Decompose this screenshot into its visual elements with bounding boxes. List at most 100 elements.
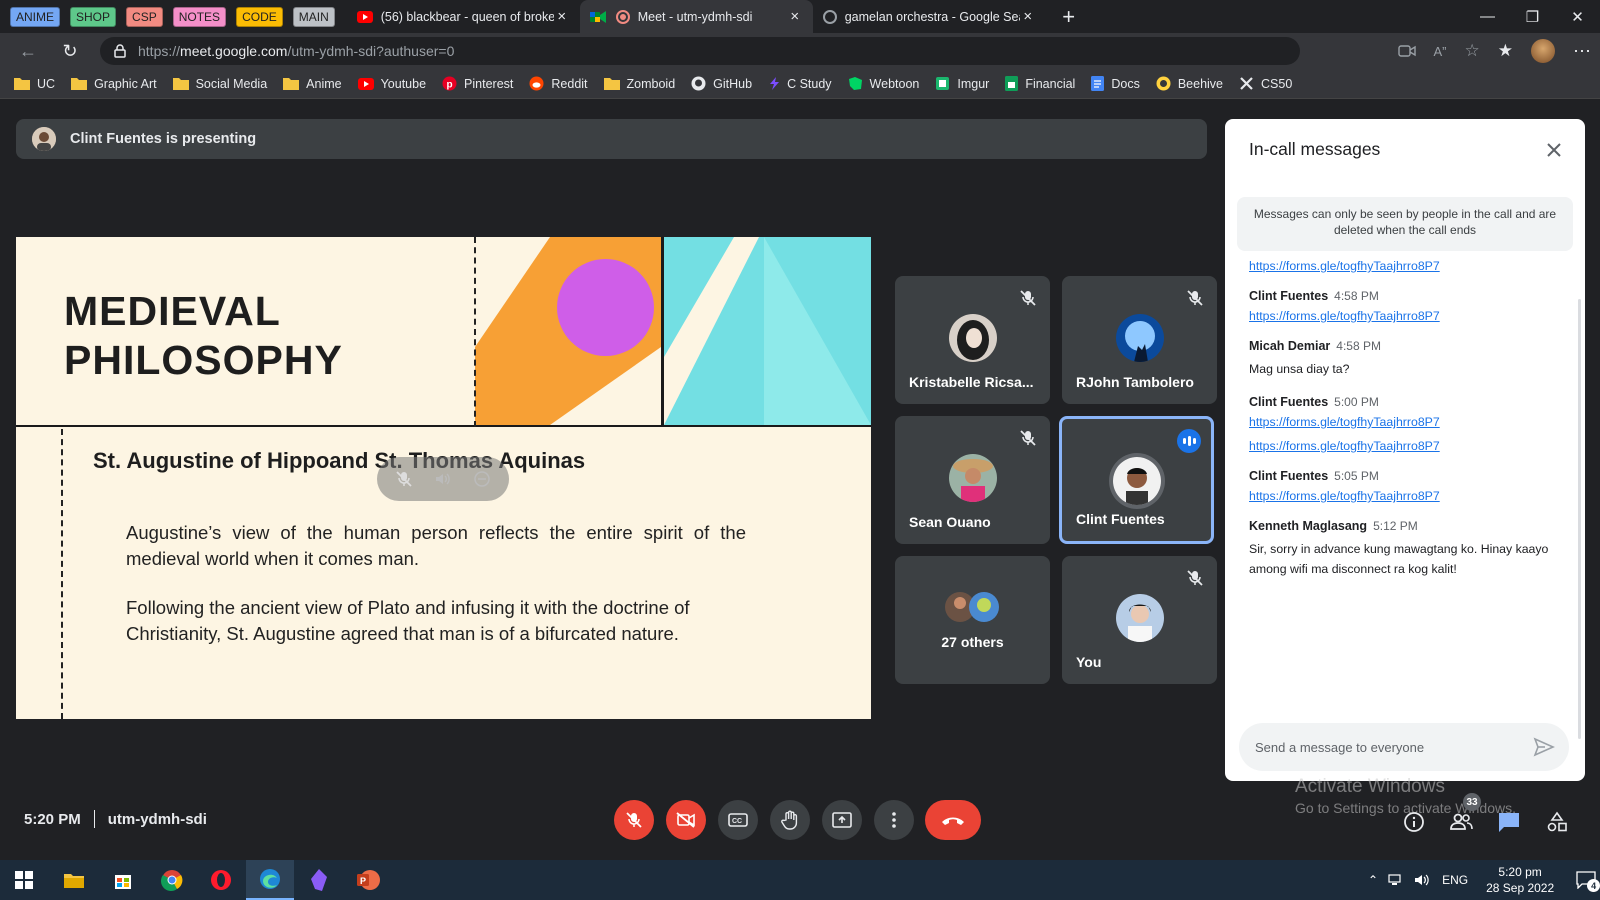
more-icon[interactable]: ⋯ [1573, 41, 1591, 62]
captions-button[interactable]: CC [718, 800, 758, 840]
taskbar-edge[interactable] [246, 860, 294, 900]
notification-center-button[interactable]: 4 [1576, 871, 1600, 892]
chat-scrollbar[interactable] [1578, 299, 1581, 739]
participant-tile[interactable]: Clint Fuentes [1059, 416, 1214, 544]
send-icon[interactable] [1533, 737, 1555, 757]
participant-tile[interactable]: 27 others [895, 556, 1050, 684]
mic-toggle-button[interactable] [614, 800, 654, 840]
volume-icon[interactable] [434, 470, 452, 488]
message-link[interactable]: https://forms.gle/togfhyTaajhrro8P7 [1249, 415, 1569, 429]
message-link[interactable]: https://forms.gle/togfhyTaajhrro8P7 [1249, 439, 1569, 453]
bookmark-docs[interactable]: Docs [1091, 76, 1140, 91]
browser-tab-1[interactable]: Meet - utm-ydmh-sdi × [579, 0, 813, 33]
camera-toggle-button[interactable] [666, 800, 706, 840]
close-tab-icon[interactable]: × [554, 8, 570, 25]
restore-button[interactable]: ❐ [1510, 0, 1555, 33]
favorites-icon[interactable]: ★ [1498, 41, 1513, 61]
taskbar-clock[interactable]: 5:20 pm 28 Sep 2022 [1486, 864, 1554, 896]
participant-tile[interactable]: RJohn Tambolero [1062, 276, 1217, 404]
taskbar-file-explorer[interactable] [50, 860, 98, 900]
volume-icon[interactable] [1414, 873, 1430, 887]
bookmark-pinterest[interactable]: p Pinterest [442, 76, 513, 91]
participant-tile[interactable]: Sean Ouano [895, 416, 1050, 544]
add-favorite-icon[interactable]: ☆ [1465, 41, 1480, 61]
message-time: 5:12 PM [1373, 519, 1418, 533]
bookmark-label: Anime [306, 76, 342, 91]
network-icon[interactable] [1388, 874, 1404, 886]
bookmark-cs50[interactable]: CS50 [1239, 76, 1292, 91]
tab-group-0[interactable]: ANIME [10, 6, 61, 27]
message-link[interactable]: https://forms.gle/togfhyTaajhrro8P7 [1249, 259, 1569, 273]
taskbar-chrome[interactable] [148, 860, 196, 900]
tab-group-4[interactable]: CODE [236, 6, 283, 27]
start-button[interactable] [0, 860, 48, 900]
input-language[interactable]: ENG [1442, 873, 1468, 887]
browser-tab-strip: ANIME SHOP CSP NOTES CODE MAIN (56) blackbear… [0, 0, 1600, 33]
bookmark-label: Zomboid [626, 76, 676, 91]
bookmark-youtube[interactable]: Youtube [357, 77, 426, 91]
browser-tab-2[interactable]: gamelan orchestra - Google Sear × [813, 0, 1046, 33]
back-button[interactable]: ← [10, 33, 46, 69]
message-time: 4:58 PM [1336, 339, 1381, 353]
bookmark-github[interactable]: GitHub [691, 76, 752, 91]
close-icon[interactable] [1543, 139, 1565, 161]
chat-message-group: Clint Fuentes 5:05 PM https://forms.gle/to… [1249, 469, 1569, 503]
participant-tile[interactable]: You [1062, 556, 1217, 684]
activities-button[interactable] [1543, 808, 1571, 836]
participant-name: You [1076, 654, 1102, 670]
bookmark-label: Imgur [957, 76, 990, 91]
bookmark-imgur[interactable]: Imgur [935, 76, 989, 91]
profile-avatar[interactable] [1531, 39, 1555, 63]
bookmark-label: Financial [1025, 76, 1076, 91]
captions-icon: CC [728, 812, 748, 828]
bookmark-c-study[interactable]: C Study [768, 76, 832, 91]
chat-input[interactable]: Send a message to everyone [1239, 723, 1569, 771]
remove-icon[interactable] [473, 470, 491, 488]
close-window-button[interactable]: ✕ [1555, 0, 1600, 33]
bookmark-webtoon[interactable]: Webtoon [848, 76, 919, 91]
mic-off-icon[interactable] [395, 470, 413, 488]
camera-icon[interactable] [1397, 44, 1416, 58]
new-tab-button[interactable]: + [1054, 2, 1084, 32]
browser-tab-0[interactable]: (56) blackbear - queen of broken × [347, 0, 580, 33]
bookmark-zomboid[interactable]: Zomboid [603, 76, 676, 91]
meeting-details-button[interactable] [1400, 808, 1428, 836]
url-bar[interactable]: https://meet.google.com/utm-ydmh-sdi?aut… [100, 37, 1300, 65]
tab-group-2[interactable]: CSP [126, 6, 163, 27]
taskbar-store[interactable] [99, 860, 147, 900]
message-link[interactable]: https://forms.gle/togfhyTaajhrro8P7 [1249, 489, 1569, 503]
slide-title-line2: PHILOSOPHY [64, 337, 343, 383]
bookmark-label: Social Media [195, 76, 268, 91]
reload-button[interactable]: ↻ [52, 33, 88, 69]
raise-hand-button[interactable] [770, 800, 810, 840]
read-aloud-icon[interactable]: A” [1434, 44, 1447, 59]
bookmark-social-media[interactable]: Social Media [172, 76, 268, 91]
tab-group-3[interactable]: NOTES [172, 6, 227, 27]
people-button[interactable] [1447, 808, 1475, 836]
bookmark-uc[interactable]: UC [14, 77, 55, 91]
close-tab-icon[interactable]: × [1020, 8, 1036, 25]
people-count-badge: 33 [1463, 793, 1481, 811]
chat-button[interactable] [1495, 808, 1523, 836]
show-hidden-icons[interactable]: ⌃ [1368, 873, 1378, 887]
taskbar-obsidian[interactable] [295, 860, 343, 900]
bookmark-label: Pinterest [464, 76, 514, 91]
bookmarks-bar: UC Graphic Art Social Media Anime Youtube p Pi… [0, 69, 1600, 99]
taskbar-powerpoint[interactable]: P [344, 860, 392, 900]
bookmark-beehive[interactable]: Beehive [1156, 76, 1223, 91]
close-tab-icon[interactable]: × [787, 8, 803, 25]
present-now-button[interactable] [822, 800, 862, 840]
bookmark-reddit[interactable]: Reddit [529, 76, 588, 91]
more-options-button[interactable] [874, 800, 914, 840]
bookmark-anime[interactable]: Anime [283, 76, 342, 91]
tab-group-1[interactable]: SHOP [70, 6, 117, 27]
leave-call-button[interactable] [925, 800, 981, 840]
taskbar-opera[interactable] [197, 860, 245, 900]
tab-group-5[interactable]: MAIN [292, 6, 335, 27]
message-link[interactable]: https://forms.gle/togfhyTaajhrro8P7 [1249, 309, 1569, 323]
bookmark-financial[interactable]: Financial [1005, 76, 1075, 91]
folder-icon [603, 77, 620, 90]
minimize-button[interactable]: — [1465, 0, 1510, 33]
participant-tile[interactable]: Kristabelle Ricsa... [895, 276, 1050, 404]
bookmark-graphic-art[interactable]: Graphic Art [71, 77, 157, 91]
